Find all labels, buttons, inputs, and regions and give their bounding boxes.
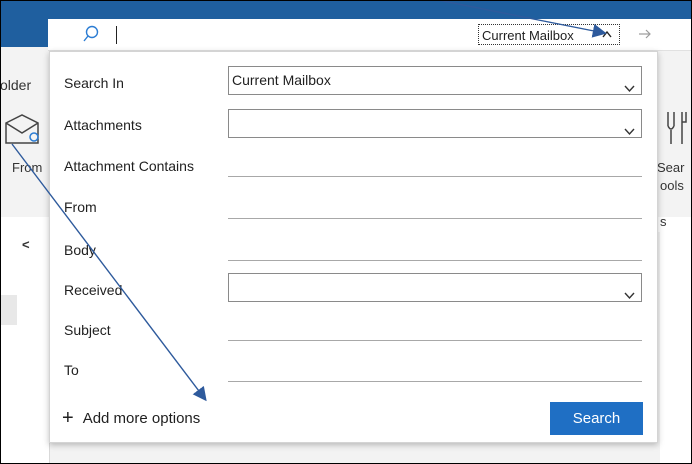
screenshot-frame xyxy=(0,0,692,464)
